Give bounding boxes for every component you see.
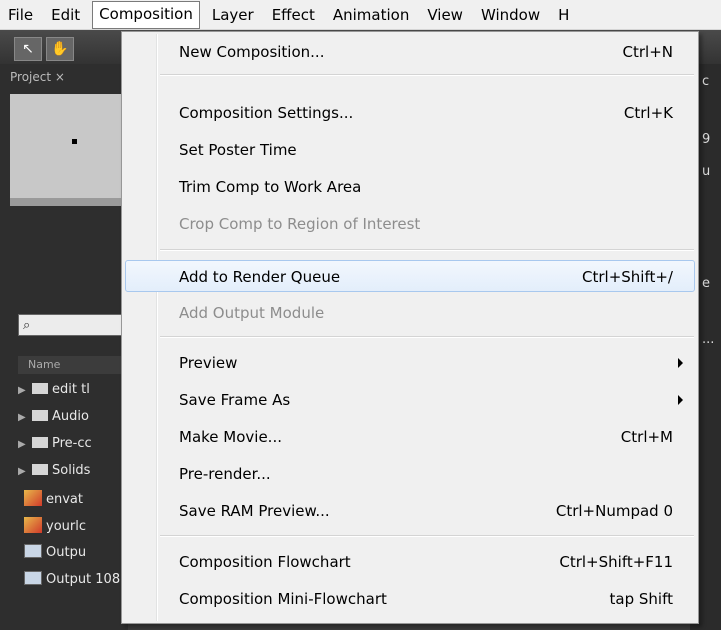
- menu-item-composition-settings[interactable]: Composition Settings... Ctrl+K: [125, 97, 695, 129]
- project-item[interactable]: ▶ Solids: [18, 463, 128, 489]
- project-item[interactable]: ▶ Pre-cc: [18, 436, 128, 462]
- project-item[interactable]: ▶ edit tl: [18, 382, 128, 408]
- project-tab[interactable]: Project ×: [10, 70, 65, 84]
- menu-item-new-composition[interactable]: New Composition... Ctrl+N: [125, 36, 695, 68]
- folder-icon: [32, 464, 48, 475]
- menu-item-set-poster-time[interactable]: Set Poster Time: [125, 134, 695, 166]
- column-header-name[interactable]: Name: [18, 356, 128, 374]
- project-item[interactable]: ▶ Audio: [18, 409, 128, 435]
- menu-file[interactable]: File: [0, 2, 42, 28]
- submenu-arrow-icon: [678, 358, 683, 368]
- right-panel-fragment: c: [702, 74, 710, 89]
- output-icon: [24, 544, 42, 558]
- menu-item-pre-render[interactable]: Pre-render...: [125, 458, 695, 490]
- output-icon: [24, 571, 42, 585]
- menu-item-make-movie[interactable]: Make Movie... Ctrl+M: [125, 421, 695, 453]
- menu-edit[interactable]: Edit: [42, 2, 89, 28]
- expand-arrow-icon[interactable]: ▶: [18, 466, 32, 477]
- menu-bar: File Edit Composition Layer Effect Anima…: [0, 0, 721, 30]
- folder-icon: [32, 437, 48, 448]
- menu-item-crop-comp: Crop Comp to Region of Interest: [179, 215, 421, 233]
- right-panel-fragment: ...: [702, 332, 715, 347]
- project-item[interactable]: Output 1080 29.97p: [18, 571, 128, 597]
- selection-tool-icon[interactable]: ↖: [14, 37, 42, 61]
- composition-icon: [24, 517, 42, 533]
- menu-separator: [160, 535, 694, 537]
- folder-icon: [32, 410, 48, 421]
- project-panel: Project × ⌕ Name ▶ edit tl ▶ Audio ▶ Pre-cc…: [0, 64, 128, 630]
- submenu-arrow-icon: [678, 395, 683, 405]
- menu-animation[interactable]: Animation: [324, 2, 418, 28]
- right-panel-fragment: e: [702, 276, 710, 291]
- menu-item-composition-mini-flowchart[interactable]: Composition Mini-Flowchart tap Shift: [125, 583, 695, 615]
- menu-effect[interactable]: Effect: [263, 2, 324, 28]
- right-panel-fragment: 9: [702, 132, 711, 147]
- project-item[interactable]: envat: [18, 490, 128, 516]
- project-item[interactable]: yourlc: [18, 517, 128, 543]
- menu-item-add-output-module: Add Output Module: [179, 304, 325, 322]
- composition-icon: [24, 490, 42, 506]
- menu-help[interactable]: H: [549, 2, 578, 28]
- expand-arrow-icon[interactable]: ▶: [18, 385, 32, 396]
- menu-layer[interactable]: Layer: [203, 2, 263, 28]
- menu-item-trim-comp[interactable]: Trim Comp to Work Area: [125, 171, 695, 203]
- menu-composition[interactable]: Composition: [92, 0, 200, 29]
- menu-separator: [160, 74, 694, 76]
- menu-item-save-frame-as[interactable]: Save Frame As: [125, 384, 695, 416]
- right-panel-fragment: u: [702, 164, 711, 179]
- menu-item-save-ram-preview[interactable]: Save RAM Preview... Ctrl+Numpad 0: [125, 495, 695, 527]
- menu-view[interactable]: View: [418, 2, 472, 28]
- menu-separator: [160, 249, 694, 251]
- menu-window[interactable]: Window: [472, 2, 549, 28]
- project-search-input[interactable]: ⌕: [18, 314, 128, 336]
- composition-menu: New Composition... Ctrl+N Composition Se…: [121, 31, 699, 624]
- menu-item-preview[interactable]: Preview: [125, 347, 695, 379]
- menu-item-composition-flowchart[interactable]: Composition Flowchart Ctrl+Shift+F11: [125, 546, 695, 578]
- hand-tool-icon[interactable]: ✋: [46, 37, 74, 61]
- expand-arrow-icon[interactable]: ▶: [18, 412, 32, 423]
- expand-arrow-icon[interactable]: ▶: [18, 439, 32, 450]
- folder-icon: [32, 383, 48, 394]
- menu-item-add-to-render-queue[interactable]: Add to Render Queue Ctrl+Shift+/: [125, 260, 695, 292]
- project-thumbnail: [10, 94, 128, 206]
- project-item[interactable]: Outpu: [18, 544, 128, 570]
- search-icon: ⌕: [23, 318, 31, 333]
- menu-separator: [160, 336, 694, 338]
